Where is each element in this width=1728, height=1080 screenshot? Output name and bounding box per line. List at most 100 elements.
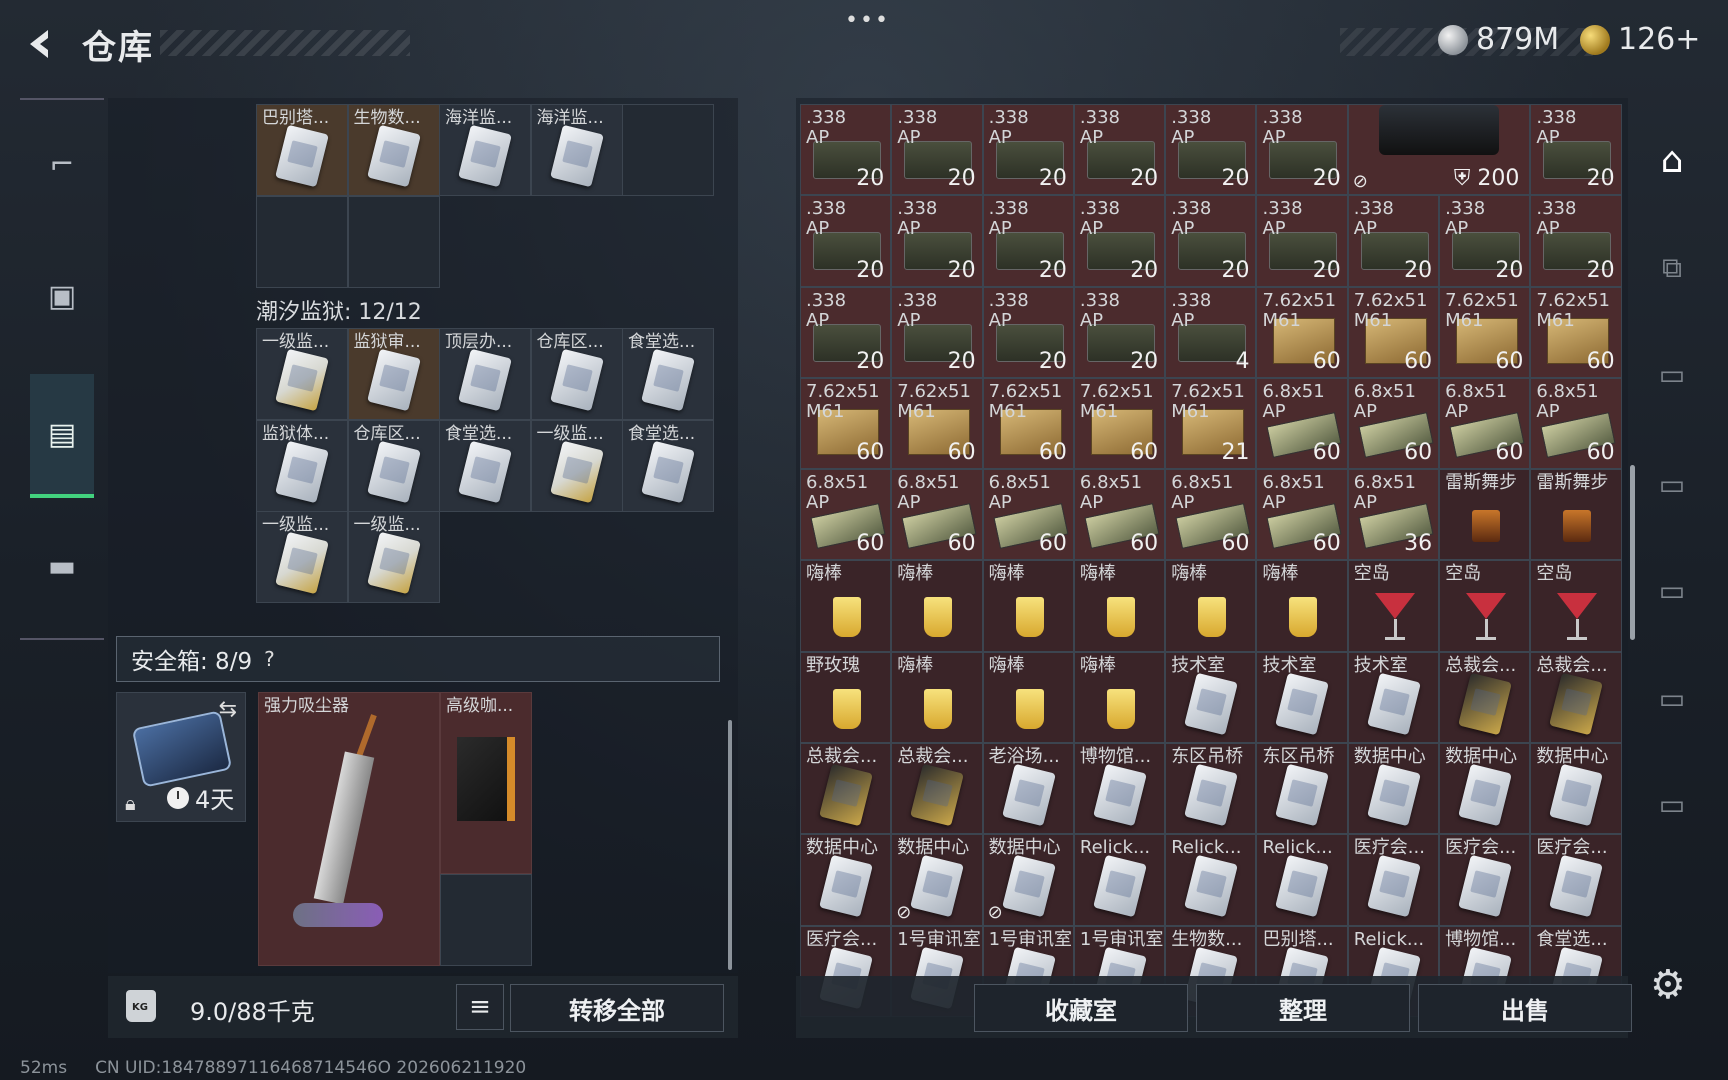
case-tab-icon[interactable]: ▬ xyxy=(32,536,92,596)
stash-item[interactable]: 7.62x51 M61 60 xyxy=(1439,286,1531,378)
empty-slot[interactable] xyxy=(256,195,348,288)
stash-item[interactable]: 医疗会... xyxy=(1530,834,1622,926)
safe-box-case-item[interactable]: ⇆ 🔒︎ 4天 xyxy=(116,692,246,822)
list-view-button[interactable]: ≡ xyxy=(456,984,504,1030)
stash-item[interactable]: 技术室 xyxy=(1256,651,1348,744)
stash-item[interactable]: .338 AP 20 xyxy=(1073,195,1166,287)
swap-icon[interactable]: ⇆ xyxy=(219,697,237,722)
stash-item[interactable]: 6.8x51 AP 60 xyxy=(800,469,892,561)
ticket-filter-icon[interactable]: ▭ xyxy=(1642,454,1702,514)
stash-item[interactable]: 嗨棒 xyxy=(1073,651,1166,744)
vacuum-item[interactable]: 强力吸尘器 xyxy=(258,692,440,966)
inventory-item[interactable]: 一级监... xyxy=(256,511,348,603)
stash-item[interactable]: 野玫瑰 xyxy=(800,651,892,744)
stash-item[interactable]: 7.62x51 M61 21 xyxy=(1165,377,1257,470)
stash-item[interactable]: .338 AP 20 xyxy=(800,104,892,196)
stash-item[interactable]: 空岛 xyxy=(1439,560,1531,652)
inventory-item[interactable]: 一级监... xyxy=(347,511,440,603)
more-options-icon[interactable]: ••• xyxy=(845,8,890,33)
stash-item[interactable]: .338 AP 20 xyxy=(1256,104,1348,196)
stash-item[interactable]: 6.8x51 AP 60 xyxy=(1256,377,1348,470)
stash-item[interactable]: .338 AP 20 xyxy=(800,195,892,287)
stash-item[interactable]: .338 AP 20 xyxy=(1256,195,1348,287)
stash-item[interactable]: 6.8x51 AP 60 xyxy=(891,469,983,561)
stash-item[interactable]: 总裁会... xyxy=(1439,651,1531,744)
stash-item[interactable]: 数据中心 xyxy=(800,834,892,926)
stash-item[interactable]: 雷斯舞步 xyxy=(1439,469,1531,561)
settings-gear-icon[interactable]: ⚙ xyxy=(1650,962,1686,1008)
stash-item[interactable]: 雷斯舞步 xyxy=(1530,469,1622,561)
ticket-filter-icon[interactable]: ▭ xyxy=(1642,774,1702,834)
inventory-item[interactable]: 食堂选... xyxy=(439,419,531,512)
stash-item[interactable]: 6.8x51 AP 60 xyxy=(1256,469,1348,561)
stash-item[interactable]: 7.62x51 M61 60 xyxy=(1530,286,1622,378)
stash-item[interactable]: .338 AP 20 xyxy=(891,286,983,378)
back-arrow-icon[interactable] xyxy=(20,24,60,64)
stash-item[interactable]: 6.8x51 AP 60 xyxy=(1439,377,1531,470)
coffee-item[interactable]: 高级咖... xyxy=(440,692,532,874)
stash-item[interactable]: .338 AP 20 xyxy=(800,286,892,378)
inventory-item[interactable]: 海洋监... xyxy=(530,104,623,196)
stash-item[interactable]: 空岛 xyxy=(1347,560,1440,652)
stash-item[interactable]: 嗨棒 xyxy=(982,560,1074,652)
stash-item[interactable]: .338 AP 20 xyxy=(1165,195,1257,287)
stash-item[interactable]: 嗨棒 xyxy=(1256,560,1348,652)
container-tab-icon[interactable]: ▤ xyxy=(30,374,94,498)
stash-item[interactable]: 数据中心 xyxy=(1347,743,1440,835)
stash-item[interactable]: 医疗会... xyxy=(1439,834,1531,926)
empty-slot[interactable] xyxy=(347,195,440,288)
stash-item[interactable]: 数据中心 xyxy=(1439,743,1531,835)
empty-slot[interactable] xyxy=(622,104,714,196)
stash-item[interactable]: 嗨棒 xyxy=(1073,560,1166,652)
inventory-item[interactable]: 海洋监... xyxy=(439,104,531,196)
inventory-item[interactable]: 生物数... xyxy=(347,104,440,196)
stash-item[interactable]: 嗨棒 xyxy=(982,651,1074,744)
stash-item[interactable]: 7.62x51 M61 60 xyxy=(891,377,983,470)
inventory-item[interactable]: 巴别塔... xyxy=(256,104,348,196)
stash-item[interactable]: 老浴场... xyxy=(982,743,1074,835)
empty-slot[interactable] xyxy=(440,874,532,966)
stash-item[interactable]: 技术室 xyxy=(1165,651,1257,744)
stash-item[interactable]: 东区吊桥 xyxy=(1256,743,1348,835)
inventory-item[interactable]: 一级监... xyxy=(530,419,623,512)
stash-item[interactable]: 7.62x51 M61 60 xyxy=(800,377,892,470)
stash-item[interactable]: 7.62x51 M61 60 xyxy=(1347,286,1440,378)
stash-item[interactable]: .338 AP 20 xyxy=(1530,195,1622,287)
stash-item[interactable]: 总裁会... xyxy=(891,743,983,835)
stash-item[interactable]: 6.8x51 AP 36 xyxy=(1347,469,1440,561)
stash-item[interactable]: .338 AP 20 xyxy=(891,104,983,196)
collection-room-button[interactable]: 收藏室 xyxy=(974,984,1188,1032)
inventory-item[interactable]: 仓库区... xyxy=(347,419,440,512)
gold-currency[interactable]: 126+ xyxy=(1580,22,1700,57)
inventory-item[interactable]: 一级监... xyxy=(256,328,348,420)
stash-item[interactable]: Relick... xyxy=(1073,834,1166,926)
stash-item[interactable]: 6.8x51 AP 60 xyxy=(1347,377,1440,470)
stash-item[interactable]: .338 AP 20 xyxy=(1439,195,1531,287)
stash-item[interactable]: 总裁会... xyxy=(800,743,892,835)
stash-item[interactable]: 总裁会... xyxy=(1530,651,1622,744)
stash-item[interactable]: 6.8x51 AP 60 xyxy=(1165,469,1257,561)
inventory-item[interactable]: 仓库区... xyxy=(530,328,623,420)
stash-item[interactable]: 技术室 xyxy=(1347,651,1440,744)
stash-item[interactable]: Relick... xyxy=(1256,834,1348,926)
grid-filter-icon[interactable]: ⧉ xyxy=(1642,238,1702,298)
inventory-item[interactable]: 食堂选... xyxy=(622,328,714,420)
inventory-item[interactable]: 监狱审... xyxy=(347,328,440,420)
right-scrollbar[interactable] xyxy=(1630,465,1635,640)
stash-item[interactable]: .338 AP 20 xyxy=(1073,104,1166,196)
stash-item[interactable]: .338 AP 20 xyxy=(982,104,1074,196)
stash-item[interactable]: 东区吊桥 xyxy=(1165,743,1257,835)
stash-item[interactable]: .338 AP 4 xyxy=(1165,286,1257,378)
stash-item[interactable]: .338 AP 20 xyxy=(1165,104,1257,196)
backpack-tab-icon[interactable]: ▣ xyxy=(32,266,92,326)
organize-button[interactable]: 整理 xyxy=(1196,984,1410,1032)
stash-item[interactable]: 6.8x51 AP 60 xyxy=(982,469,1074,561)
ticket-filter-icon[interactable]: ▭ xyxy=(1642,344,1702,404)
stash-item[interactable]: 7.62x51 M61 60 xyxy=(982,377,1074,470)
stash-item[interactable]: 数据中心 ⊘ xyxy=(891,834,983,926)
stash-item[interactable]: 嗨棒 xyxy=(891,560,983,652)
stash-item[interactable]: .338 AP 20 xyxy=(982,195,1074,287)
stash-item[interactable]: 7.62x51 M61 60 xyxy=(1256,286,1348,378)
stash-item[interactable]: .338 AP 20 xyxy=(1073,286,1166,378)
sell-button[interactable]: 出售 xyxy=(1418,984,1632,1032)
